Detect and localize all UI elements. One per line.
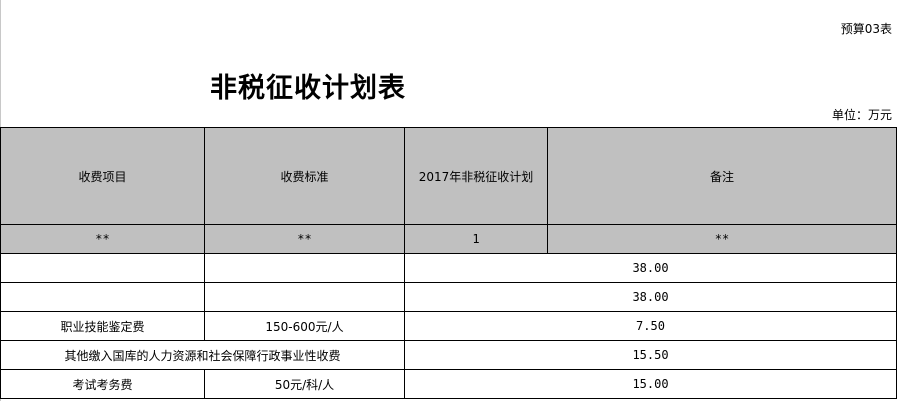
item-cell[interactable]: 职业技能鉴定费 [0,311,205,341]
subheader-cell[interactable]: ** [0,224,205,254]
column-header-remarks[interactable]: 备注 [547,127,897,225]
column-header-item[interactable]: 收费项目 [0,127,205,225]
table-row: 38.00 [0,253,897,283]
item-cell[interactable] [0,253,205,283]
amount-cell[interactable]: 15.00 [404,369,897,399]
table-code: 预算03表 [840,22,892,36]
column-header-standard[interactable]: 收费标准 [204,127,405,225]
tax-plan-table: 收费项目 收费标准 2017年非税征收计划 备注 ** ** 1 ** 38.0… [0,127,897,399]
item-cell[interactable]: 考试考务费 [0,369,205,399]
standard-cell[interactable]: 50元/科/人 [204,369,405,399]
table-row: 考试考务费 50元/科/人 15.00 [0,369,897,399]
subheader-cell[interactable]: ** [547,224,897,254]
amount-cell[interactable]: 38.00 [404,253,897,283]
page-title: 非税征收计划表 [210,73,406,104]
amount-cell[interactable]: 38.00 [404,282,897,312]
table-row: 职业技能鉴定费 150-600元/人 7.50 [0,311,897,341]
column-header-plan[interactable]: 2017年非税征收计划 [404,127,548,225]
header-row: 收费项目 收费标准 2017年非税征收计划 备注 [0,127,897,225]
standard-cell[interactable] [204,253,405,283]
amount-cell[interactable]: 7.50 [404,311,897,341]
item-cell[interactable] [0,282,205,312]
item-cell[interactable]: 其他缴入国库的人力资源和社会保障行政事业性收费 [0,340,405,370]
unit-label: 单位：万元 [831,108,892,122]
subheader-cell[interactable]: 1 [404,224,548,254]
amount-cell[interactable]: 15.50 [404,340,897,370]
subheader-row: ** ** 1 ** [0,224,897,254]
standard-cell[interactable]: 150-600元/人 [204,311,405,341]
table-row: 其他缴入国库的人力资源和社会保障行政事业性收费 15.50 [0,340,897,370]
subheader-cell[interactable]: ** [204,224,405,254]
standard-cell[interactable] [204,282,405,312]
table-row: 38.00 [0,282,897,312]
